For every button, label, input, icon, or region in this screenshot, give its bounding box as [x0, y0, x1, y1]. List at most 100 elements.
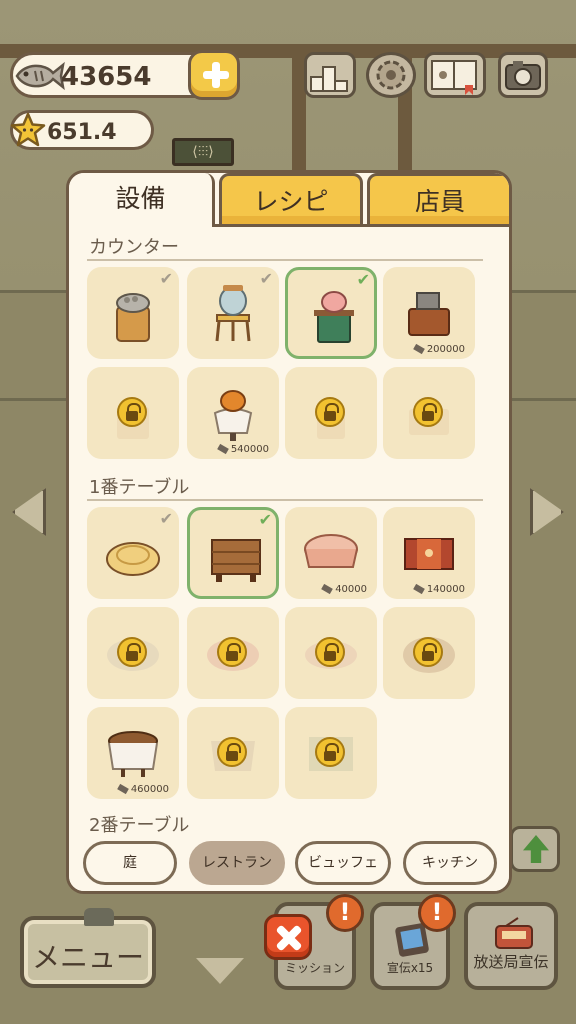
fish-count: 43654 [61, 62, 152, 92]
advertise-alert-badge: ! [418, 894, 456, 932]
price-tag-icon [412, 343, 425, 355]
advertise-label: 宣伝x15 [386, 961, 434, 975]
counter-item-2[interactable]: ✔ [187, 267, 279, 359]
tab-staff[interactable]: 店員 [367, 173, 509, 227]
piggy-counter-icon [314, 291, 354, 343]
broadcast-button[interactable]: 放送局宣伝 [464, 902, 558, 990]
tab-recipes[interactable]: レシピ [219, 173, 363, 227]
floor-tab-restaurant[interactable]: レストラン [189, 841, 285, 885]
selected-check-icon: ✔ [356, 270, 370, 289]
lock-icon [117, 397, 147, 427]
broadcast-label: 放送局宣伝 [473, 953, 549, 971]
lock-icon [315, 397, 345, 427]
table1-item-5[interactable] [87, 607, 179, 699]
lock-icon [217, 737, 247, 767]
section-title-table1: 1番テーブル [89, 477, 190, 498]
equipment-modal: 設備 レシピ 店員 カウンター ✔ ✔ ✔ 200000 540000 1番テー… [66, 170, 512, 894]
star-icon [10, 112, 46, 147]
section-divider [87, 499, 483, 501]
table1-item-7[interactable] [285, 607, 377, 699]
jar-counter-icon [215, 285, 251, 342]
up-arrow-icon [523, 835, 549, 863]
ranking-icon [310, 66, 348, 92]
section-title-counter: カウンター [89, 237, 179, 258]
camera-button[interactable] [498, 52, 548, 98]
floor-tabs: 庭 レストラン ビュッフェ キッチン [69, 837, 509, 891]
wooden-table-icon [211, 539, 261, 582]
stump-counter-icon [116, 293, 150, 342]
item-price: 40000 [321, 583, 367, 595]
price-tag-icon [216, 443, 229, 455]
settings-button[interactable] [366, 52, 416, 98]
counter-item-6[interactable]: 540000 [187, 367, 279, 459]
item-price: 460000 [116, 783, 169, 795]
lock-icon [217, 637, 247, 667]
fish-bone-sign: ⟨⫶⫶⫶⟩ [172, 138, 234, 166]
table1-item-11[interactable] [285, 707, 377, 799]
table1-item-1[interactable]: ✔ [87, 507, 179, 599]
modal-tabs: 設備 レシピ 店員 [69, 173, 509, 227]
mission-alert-badge: ! [326, 894, 364, 932]
counter-item-8[interactable] [383, 367, 475, 459]
camera-icon [505, 61, 541, 90]
menu-button[interactable]: メニュー [20, 908, 156, 988]
pumpkin-counter-icon [213, 390, 253, 441]
table1-item-2[interactable]: ✔ [187, 507, 279, 599]
star-count: 651.4 [47, 120, 117, 145]
table1-item-6[interactable] [187, 607, 279, 699]
tab-equipment[interactable]: 設備 [69, 173, 215, 227]
lock-icon [413, 637, 443, 667]
table1-item-10[interactable] [187, 707, 279, 799]
gear-icon [376, 60, 406, 90]
book-icon [431, 60, 477, 95]
counter-item-4[interactable]: 200000 [383, 267, 475, 359]
scroll-left-arrow[interactable] [12, 488, 46, 536]
lace-table-icon [108, 731, 158, 777]
price-tag-icon [412, 583, 425, 595]
scroll-down-arrow[interactable] [196, 958, 244, 984]
floor-tab-kitchen[interactable]: キッチン [403, 841, 497, 885]
add-fish-button[interactable] [188, 50, 240, 100]
log-table-icon [106, 542, 160, 576]
item-price: 200000 [412, 343, 465, 355]
scroll-right-arrow[interactable] [530, 488, 564, 536]
counter-item-3[interactable]: ✔ [285, 267, 377, 359]
table1-item-3[interactable]: 40000 [285, 507, 377, 599]
item-price: 140000 [412, 583, 465, 595]
star-rating-display: 651.4 [10, 110, 154, 150]
table1-item-8[interactable] [383, 607, 475, 699]
counter-item-1[interactable]: ✔ [87, 267, 179, 359]
item-price: 540000 [216, 443, 269, 455]
gingham-table-icon [304, 534, 358, 568]
menu-label: メニュー [31, 941, 144, 974]
table1-item-4[interactable]: 140000 [383, 507, 475, 599]
price-tag-icon [116, 783, 129, 795]
register-counter-icon [408, 292, 450, 336]
radio-icon [495, 917, 533, 949]
floor-up-button[interactable] [510, 826, 560, 872]
counter-item-5[interactable] [87, 367, 179, 459]
equipment-list[interactable]: カウンター ✔ ✔ ✔ 200000 540000 1番テーブル ✔ ✔ 400… [69, 227, 509, 835]
selected-check-icon: ✔ [258, 510, 272, 529]
mission-label: ミッション [284, 961, 345, 975]
owned-check-icon: ✔ [159, 269, 173, 288]
owned-check-icon: ✔ [159, 509, 173, 528]
close-button[interactable] [264, 914, 312, 960]
clipboard-clip-icon [84, 908, 114, 926]
table1-item-9[interactable]: 460000 [87, 707, 179, 799]
cat-album-button[interactable] [424, 52, 486, 98]
lock-icon [117, 637, 147, 667]
fish-icon [15, 61, 65, 91]
floor-tab-garden[interactable]: 庭 [83, 841, 177, 885]
lock-icon [315, 737, 345, 767]
section-divider [87, 259, 483, 261]
ranking-button[interactable] [304, 52, 356, 98]
price-tag-icon [321, 583, 334, 595]
floor-tab-buffet[interactable]: ビュッフェ [295, 841, 391, 885]
owned-check-icon: ✔ [259, 269, 273, 288]
counter-item-7[interactable] [285, 367, 377, 459]
red-cloth-table-icon [404, 538, 454, 570]
lock-icon [315, 637, 345, 667]
lock-icon [413, 397, 443, 427]
section-title-table2: 2番テーブル [89, 815, 190, 835]
